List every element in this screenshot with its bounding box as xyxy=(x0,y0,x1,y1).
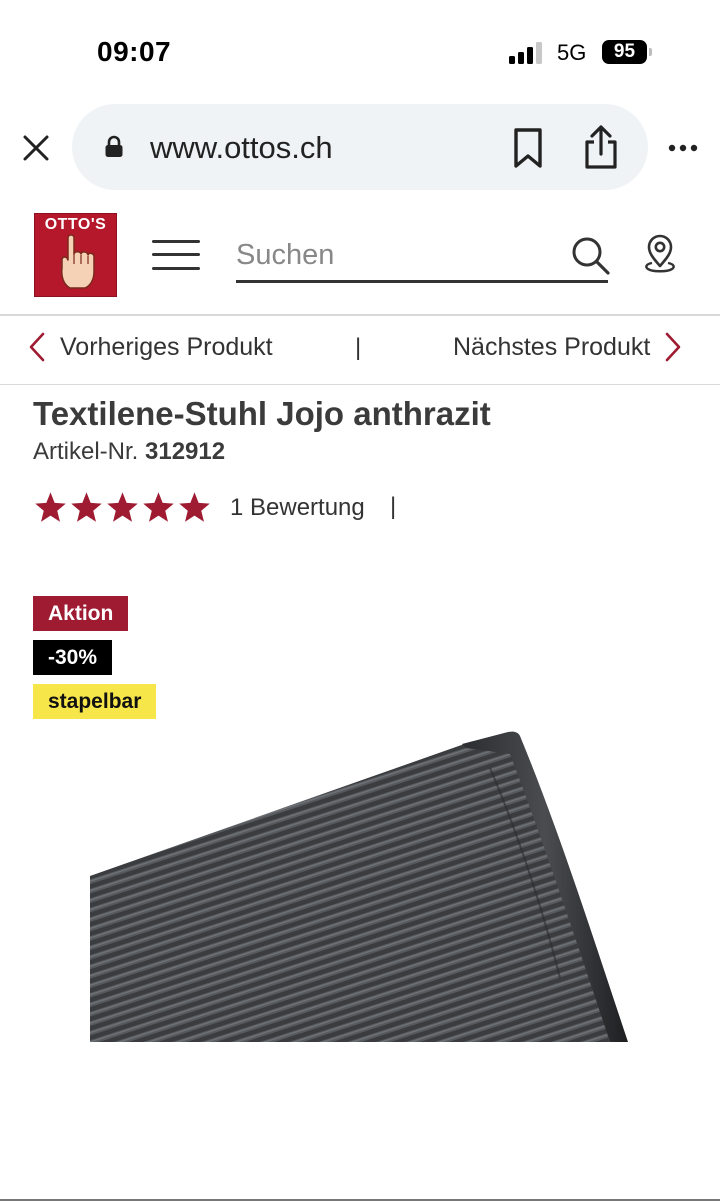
chevron-right-icon xyxy=(666,332,681,362)
menu-button[interactable] xyxy=(150,238,202,272)
close-tab-button[interactable] xyxy=(14,126,58,170)
battery-indicator: 95 xyxy=(602,40,647,64)
more-icon xyxy=(668,144,698,152)
search-input[interactable] xyxy=(236,235,556,275)
url-text[interactable]: www.ottos.ch xyxy=(150,130,333,166)
battery-tip xyxy=(649,48,652,56)
article-label: Artikel-Nr. xyxy=(33,438,139,465)
action-badge: Aktion xyxy=(33,596,129,631)
product-image[interactable] xyxy=(90,728,630,1042)
next-product-label: Nächstes Produkt xyxy=(453,332,651,361)
bookmark-icon xyxy=(514,128,542,168)
search-icon xyxy=(572,237,610,275)
pointing-hand-icon xyxy=(61,234,95,289)
rating-separator: | xyxy=(390,493,397,520)
star-icon xyxy=(143,492,174,522)
next-product-link[interactable]: Nächstes Produkt xyxy=(453,330,682,364)
location-pin-icon xyxy=(645,234,675,273)
star-icon xyxy=(107,492,138,522)
hamburger-menu-icon xyxy=(152,240,200,243)
more-options-button[interactable] xyxy=(664,128,704,173)
star-icon xyxy=(71,492,102,522)
product-title: Textilene-Stuhl Jojo anthrazit xyxy=(33,395,491,432)
nav-divider xyxy=(0,384,720,385)
previous-product-label: Vorheriges Produkt xyxy=(60,332,273,361)
search-field[interactable] xyxy=(236,233,608,283)
close-icon xyxy=(23,135,49,161)
rating-count-link[interactable]: 1 Bewertung xyxy=(230,494,365,522)
store-locator-button[interactable] xyxy=(642,234,678,281)
chevron-left-icon xyxy=(29,332,45,362)
bookmark-button[interactable] xyxy=(507,124,551,177)
header-divider xyxy=(0,314,720,316)
previous-product-link[interactable]: Vorheriges Produkt xyxy=(28,330,273,364)
star-icon xyxy=(35,492,66,522)
cellular-signal-icon xyxy=(509,42,547,69)
article-number: 312912 xyxy=(145,438,226,465)
rating-stars[interactable] xyxy=(33,491,212,524)
stackable-badge: stapelbar xyxy=(33,684,157,719)
discount-badge: -30% xyxy=(33,640,113,675)
lock-icon xyxy=(104,135,124,164)
network-type: 5G xyxy=(557,40,587,65)
share-button[interactable] xyxy=(578,124,624,177)
share-icon xyxy=(585,125,617,169)
article-number-line: Artikel-Nr. 312912 xyxy=(33,438,225,466)
search-button[interactable] xyxy=(570,235,612,282)
ottos-logo[interactable]: OTTO'S xyxy=(34,213,117,297)
status-time: 09:07 xyxy=(97,36,172,67)
nav-separator: | xyxy=(355,334,362,361)
star-icon xyxy=(179,492,210,522)
